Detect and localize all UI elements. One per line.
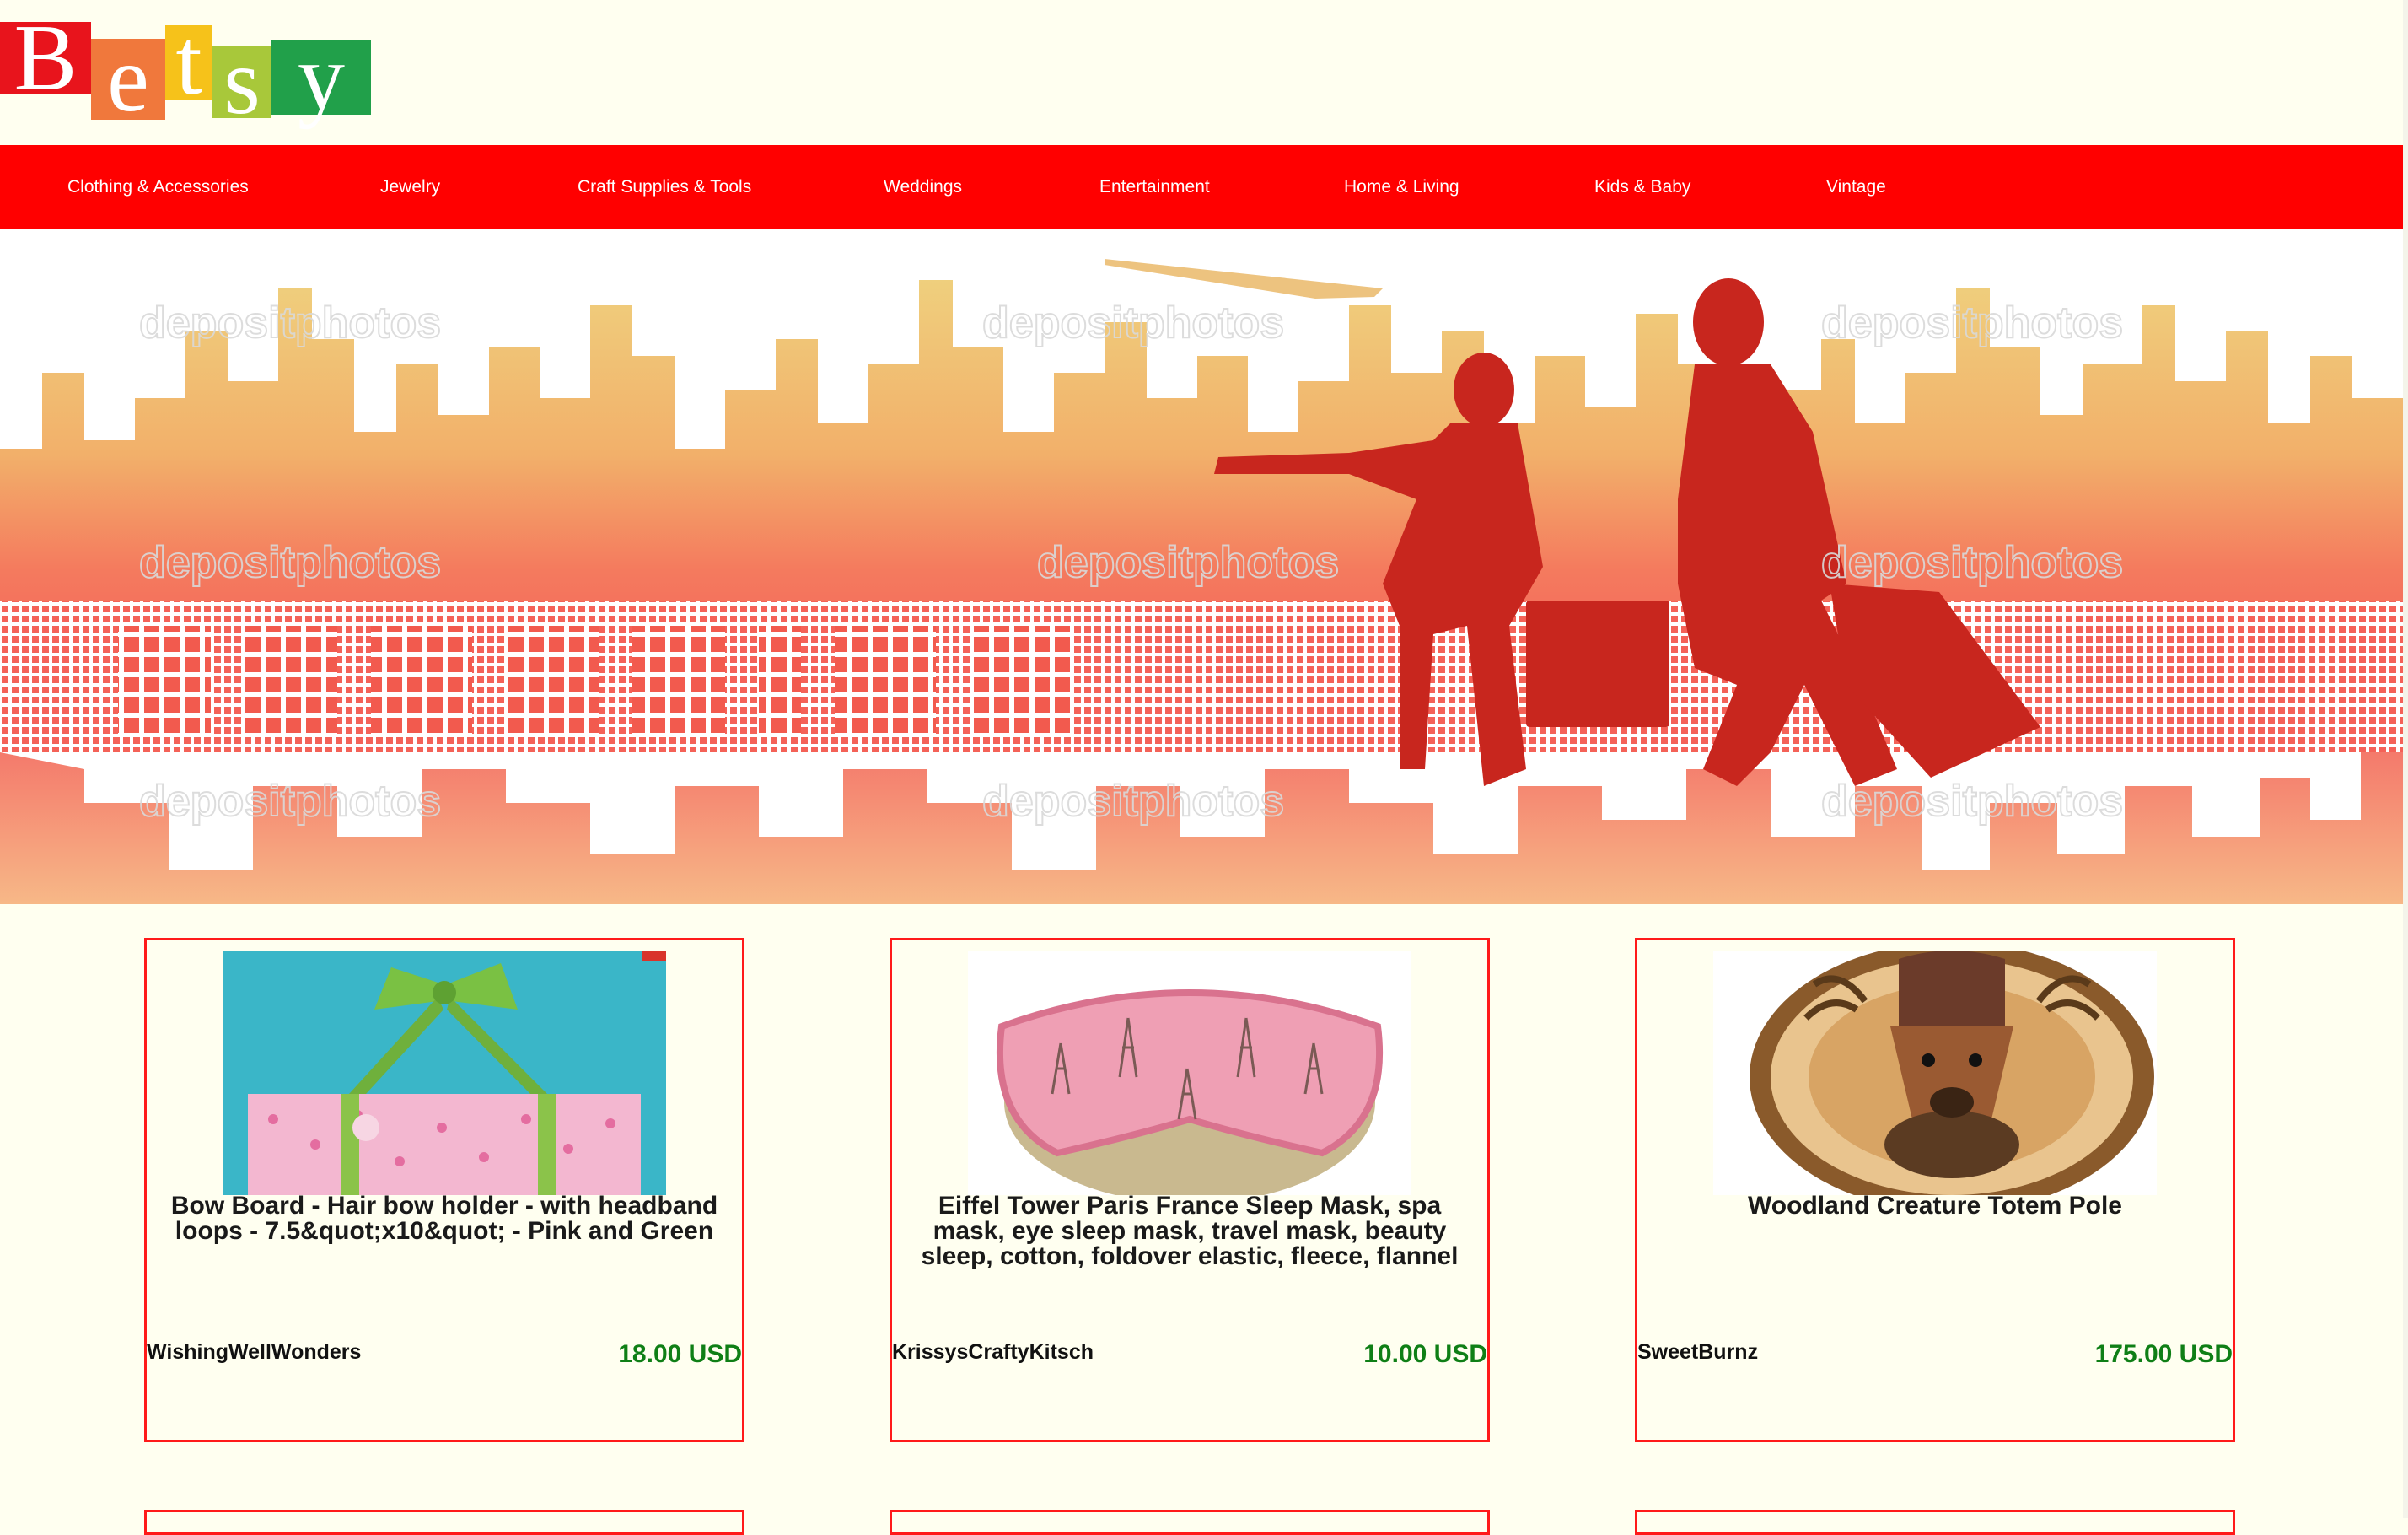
product-card-next-row[interactable] [144, 1510, 744, 1535]
product-image-bow-board[interactable] [223, 951, 666, 1195]
shopping-word-art [118, 626, 1071, 735]
shop-name[interactable]: SweetBurnz [1637, 1340, 1758, 1365]
product-title[interactable]: Eiffel Tower Paris France Sleep Mask, sp… [909, 1193, 1470, 1269]
product-image-sleep-mask[interactable] [968, 951, 1411, 1195]
product-card-next-row[interactable] [1635, 1510, 2235, 1535]
watermark-5: depositphotos [1037, 538, 1339, 587]
product-card[interactable]: Eiffel Tower Paris France Sleep Mask, sp… [890, 938, 1490, 1442]
product-image-totem-pole[interactable] [1713, 951, 2157, 1195]
nav-weddings[interactable]: Weddings [884, 145, 962, 229]
nav-jewelry[interactable]: Jewelry [380, 145, 440, 229]
logo-letter-b: B [0, 11, 91, 105]
watermark-3: depositphotos [1821, 299, 2123, 347]
logo-letter-s: s [212, 35, 271, 129]
shop-name[interactable]: KrissysCraftyKitsch [892, 1340, 1094, 1365]
logo-letter-y: y [271, 30, 371, 125]
product-card[interactable]: Woodland Creature Totem Pole SweetBurnz … [1635, 938, 2235, 1442]
page-scrollbar[interactable] [2403, 0, 2408, 1518]
watermark-2: depositphotos [982, 299, 1284, 347]
nav-entertainment[interactable]: Entertainment [1099, 145, 1210, 229]
product-price: 175.00 USD [2094, 1340, 2233, 1368]
nav-craft-supplies-tools[interactable]: Craft Supplies & Tools [578, 145, 751, 229]
hero-banner: depositphotos depositphotos depositphoto… [0, 229, 2403, 904]
watermark-7: depositphotos [139, 777, 441, 826]
category-nav: Clothing & Accessories Jewelry Craft Sup… [0, 145, 2403, 229]
watermark-1: depositphotos [139, 299, 441, 347]
product-price: 18.00 USD [618, 1340, 742, 1368]
watermark-4: depositphotos [139, 538, 441, 587]
product-title[interactable]: Woodland Creature Totem Pole [1654, 1193, 2216, 1219]
nav-vintage[interactable]: Vintage [1826, 145, 1886, 229]
product-card[interactable]: Bow Board - Hair bow holder - with headb… [144, 938, 744, 1442]
nav-clothing-accessories[interactable]: Clothing & Accessories [67, 145, 249, 229]
product-title[interactable]: Bow Board - Hair bow holder - with headb… [164, 1193, 725, 1244]
hero-illustration: depositphotos depositphotos depositphoto… [0, 229, 2403, 904]
watermark-9: depositphotos [1821, 777, 2123, 826]
logo-letter-t: t [165, 15, 212, 110]
nav-kids-baby[interactable]: Kids & Baby [1594, 145, 1690, 229]
product-card-next-row[interactable] [890, 1510, 1490, 1535]
watermark-8: depositphotos [982, 777, 1284, 826]
product-price: 10.00 USD [1363, 1340, 1487, 1368]
site-logo[interactable]: B e t s y [0, 11, 371, 129]
logo-letter-e: e [91, 32, 165, 127]
shop-name[interactable]: WishingWellWonders [147, 1340, 361, 1365]
nav-home-living[interactable]: Home & Living [1344, 145, 1459, 229]
watermark-6: depositphotos [1821, 538, 2123, 587]
